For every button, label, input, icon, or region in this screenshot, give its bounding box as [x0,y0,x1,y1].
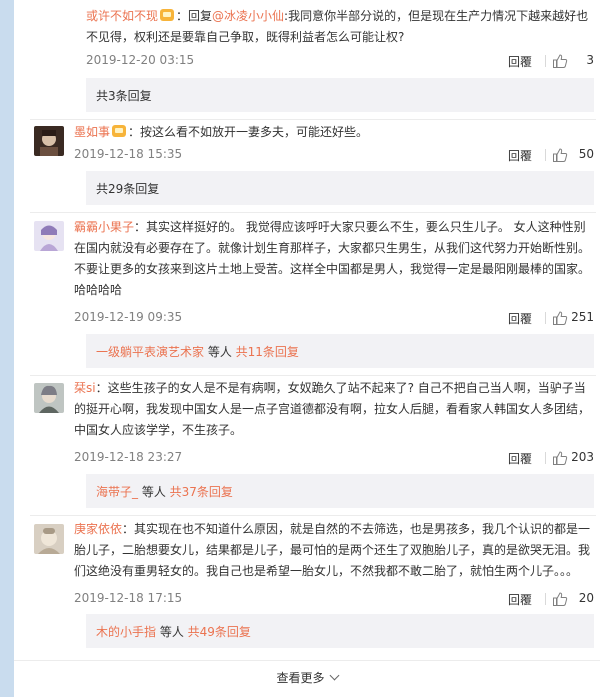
reply-summary-box[interactable]: 共29条回复 [86,171,594,205]
comment-meta: 2019-12-18 15:35 回覆 50 [74,147,594,165]
avatar[interactable] [34,126,64,156]
comment-text: 栞si：这些生孩子的女人是不是有病啊，女奴跪久了站不起来了? 自己不把自己当人啊… [74,378,594,441]
reply-username[interactable]: 或许不如不现 [86,9,158,23]
thumbs-up-icon[interactable] [552,310,568,326]
reply-summary: 海带子_ 等人 共37条回复 [96,483,233,500]
replier-name[interactable]: 一级躺平表演艺术家 [96,345,204,359]
more-replies-link[interactable]: 共11条回复 [236,345,299,359]
like-count: 251 [571,310,594,324]
like-count: 50 [578,147,594,161]
reply-prefix: ：回复 [176,9,213,23]
comment-meta: 2019-12-19 09:35 回覆 251 [74,310,594,328]
thumbs-up-icon[interactable] [552,591,568,607]
reply-summary-box[interactable]: 海带子_ 等人 共37条回复 [86,474,594,508]
comment-username[interactable]: 霸霸小果子 [74,220,134,234]
separator [545,55,546,67]
divider [30,212,596,213]
comment-text: 庚家依依：其实现在也不知道什么原因，就是自然的不去筛选，也是男孩多，我几个认识的… [74,519,594,582]
separator [545,312,546,324]
like-count: 3 [586,53,594,67]
more-replies-link[interactable]: 共37条回复 [170,485,233,499]
reply-button[interactable]: 回覆 [508,147,532,164]
timestamp: 2019-12-19 09:35 [74,310,183,324]
comment-username[interactable]: 庚家依依 [74,522,122,536]
separator [545,452,546,464]
timestamp: 2019-12-18 23:27 [74,450,183,464]
reply-button[interactable]: 回覆 [508,310,532,327]
comment-body: ：其实现在也不知道什么原因，就是自然的不去筛选，也是男孩多，我几个认识的都是一胎… [74,522,591,578]
comment-body: ：其实这样挺好的。 我觉得应该呼吁大家只要么不生，要么只生儿子。 女人这种性别在… [74,220,591,297]
reply-summary-box[interactable]: 一级躺平表演艺术家 等人 共11条回复 [86,334,594,368]
vip-crown-icon [160,9,175,21]
timestamp: 2019-12-18 15:35 [74,147,183,161]
reply-meta: 2019-12-20 03:15 回覆 3 [86,53,594,71]
more-replies-link[interactable]: 共49条回复 [188,625,251,639]
reply-summary-box[interactable]: 木的小手指 等人 共49条回复 [86,614,594,648]
summary-connector: 等人 [156,625,188,639]
separator [545,593,546,605]
separator [545,149,546,161]
timestamp: 2019-12-18 17:15 [74,591,183,605]
comment-meta: 2019-12-18 17:15 回覆 20 [74,591,594,609]
reply-summary-box[interactable]: 共3条回复 [86,78,594,112]
avatar[interactable] [34,383,64,413]
reply-button[interactable]: 回覆 [508,450,532,467]
replier-name[interactable]: 海带子_ [96,485,138,499]
chevron-down-icon [329,670,339,681]
comment-meta: 2019-12-18 23:27 回覆 203 [74,450,594,468]
comment-text: 墨如事 ：按这么看不如放开一妻多夫，可能还好些。 [74,122,594,143]
summary-connector: 等人 [138,485,170,499]
more-replies-link[interactable]: 共3条回复 [96,87,152,104]
divider [30,375,596,376]
like-count: 203 [571,450,594,464]
reply-button[interactable]: 回覆 [508,591,532,608]
like-count: 20 [578,591,594,605]
comment-username[interactable]: 栞si [74,381,96,395]
left-side-bar [0,0,14,697]
comment-text: 霸霸小果子：其实这样挺好的。 我觉得应该呼吁大家只要么不生，要么只生儿子。 女人… [74,217,594,301]
more-replies-link[interactable]: 共29条回复 [96,180,159,197]
thumbs-up-icon[interactable] [552,147,568,163]
comment-body: ：按这么看不如放开一妻多夫，可能还好些。 [128,125,369,139]
mention-link[interactable]: @冰凌小小仙 [212,9,284,23]
comment-username[interactable]: 墨如事 [74,125,110,139]
divider [30,515,596,516]
see-more-button[interactable]: 查看更多 [14,660,600,698]
replier-name[interactable]: 木的小手指 [96,625,156,639]
reply-summary: 木的小手指 等人 共49条回复 [96,623,251,640]
comment-list: 或许不如不现 ：回复@冰凌小小仙:我同意你半部分说的，但是现在生产力情况下越来越好… [14,0,600,697]
summary-connector: 等人 [204,345,236,359]
divider [30,119,596,120]
reply-button[interactable]: 回覆 [508,53,532,70]
comment-body: ：这些生孩子的女人是不是有病啊，女奴跪久了站不起来了? 自己不把自己当人啊，当驴… [74,381,591,437]
reply-text: 或许不如不现 ：回复@冰凌小小仙:我同意你半部分说的，但是现在生产力情况下越来越好… [86,6,594,48]
thumbs-up-icon[interactable] [552,450,568,466]
thumbs-up-icon[interactable] [552,53,568,69]
avatar[interactable] [34,221,64,251]
reply-summary: 一级躺平表演艺术家 等人 共11条回复 [96,343,299,360]
avatar[interactable] [34,524,64,554]
vip-crown-icon [112,125,127,137]
see-more-label: 查看更多 [276,671,325,685]
timestamp: 2019-12-20 03:15 [86,53,195,67]
